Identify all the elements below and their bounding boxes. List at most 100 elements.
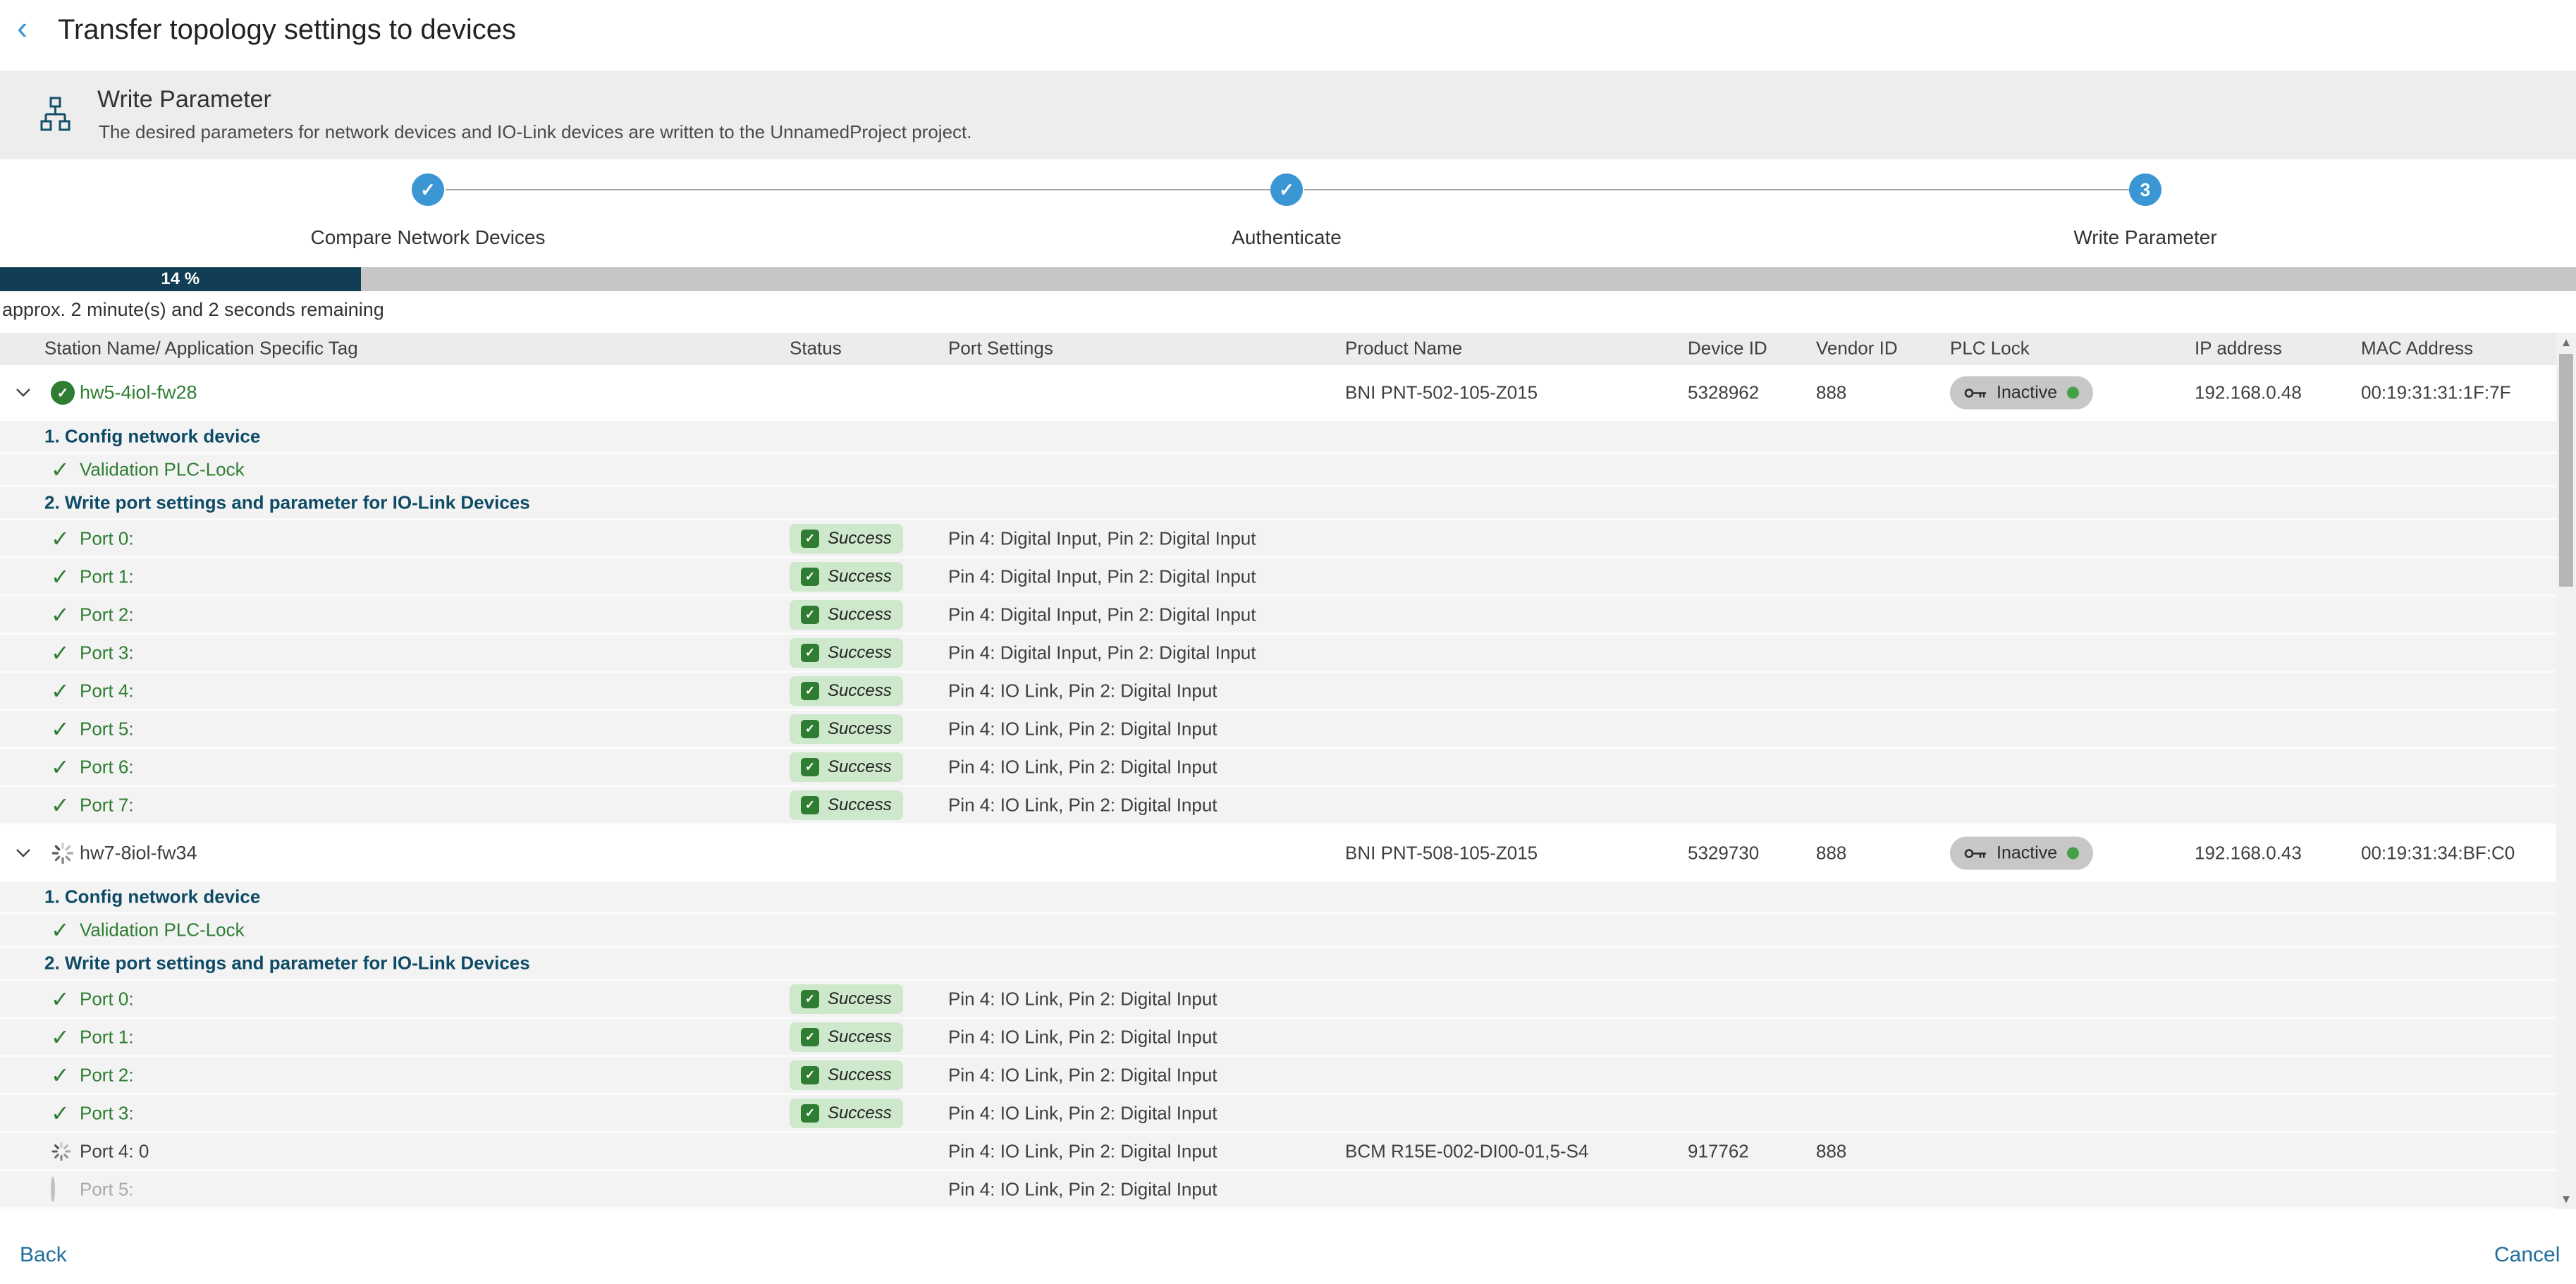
checkbox-check-icon: ✓ (801, 758, 819, 776)
device-product-name: BNI PNT-502-105-Z015 (1345, 382, 1538, 404)
step-3-number: 3 (2129, 173, 2161, 206)
port-label: Port 3: (80, 642, 134, 664)
back-button[interactable]: Back (20, 1243, 67, 1267)
back-chevron-icon[interactable]: ‹ (17, 11, 27, 44)
section-label: 2. Write port settings and parameter for… (44, 953, 530, 974)
port-label: Port 5: (80, 718, 134, 740)
section-label: 1. Config network device (44, 886, 260, 908)
check-icon: ✓ (51, 1026, 70, 1048)
port-label: Port 5: (80, 1178, 134, 1200)
check-icon: ✓ (51, 527, 70, 550)
device-row: ✓hw5-4iol-fw28BNI PNT-502-105-Z015532896… (0, 365, 2576, 421)
port-vendor-id: 888 (1816, 1140, 1846, 1162)
vendor-id: 888 (1816, 382, 1846, 404)
status-badge-label: Success (828, 719, 892, 739)
status-badge-label: Success (828, 643, 892, 663)
check-icon: ✓ (51, 680, 70, 702)
task-label: Validation PLC-Lock (80, 459, 245, 481)
port-row: ✓Port 2:✓SuccessPin 4: IO Link, Pin 2: D… (0, 1057, 2576, 1095)
plc-lock-label: Inactive (1997, 383, 2057, 403)
status-badge-label: Success (828, 605, 892, 625)
status-badge: ✓Success (790, 562, 903, 592)
scrollbar-thumb[interactable] (2559, 354, 2573, 587)
port-row: ✓Port 1:✓SuccessPin 4: IO Link, Pin 2: D… (0, 1019, 2576, 1057)
vertical-scrollbar[interactable]: ▲ ▼ (2556, 333, 2576, 1209)
check-icon: ✓ (51, 756, 70, 778)
step-banner: Write Parameter The desired parameters f… (0, 71, 2576, 159)
device-name: hw5-4iol-fw28 (80, 382, 197, 404)
port-label: Port 4: (80, 680, 134, 702)
step-connector (1304, 189, 2129, 190)
status-badge: ✓Success (790, 984, 903, 1014)
table-header: Station Name/ Application Specific Tag S… (0, 333, 2576, 365)
cancel-button[interactable]: Cancel (2494, 1243, 2560, 1267)
port-row: Port 5: Pin 4: IO Link, Pin 2: Digital In… (0, 1171, 2576, 1209)
top-bar: ‹ Transfer topology settings to devices (0, 0, 2576, 71)
step-1-label: Compare Network Devices (252, 226, 604, 249)
time-remaining: approx. 2 minute(s) and 2 seconds remain… (2, 299, 384, 321)
check-icon: ✓ (51, 718, 70, 740)
port-device-id: 917762 (1688, 1140, 1749, 1162)
device-id: 5329730 (1688, 843, 1759, 864)
checkbox-check-icon: ✓ (801, 796, 819, 814)
step-1-check-icon: ✓ (412, 173, 444, 206)
topology-icon (39, 96, 70, 133)
status-badge: ✓Success (790, 600, 903, 630)
port-row: ✓Port 1:✓SuccessPin 4: Digital Input, Pi… (0, 558, 2576, 597)
port-product-name: BCM R15E-002-DI00-01,5-S4 (1345, 1140, 1588, 1162)
checkbox-check-icon: ✓ (801, 990, 819, 1008)
port-settings: Pin 4: IO Link, Pin 2: Digital Input (948, 988, 1218, 1010)
expand-chevron-icon[interactable] (16, 388, 31, 398)
scrollbar-up-icon[interactable]: ▲ (2556, 336, 2576, 350)
port-settings: Pin 4: Digital Input, Pin 2: Digital Inp… (948, 604, 1256, 625)
checkbox-check-icon: ✓ (801, 1028, 819, 1046)
check-icon: ✓ (51, 565, 70, 588)
checkbox-check-icon: ✓ (801, 720, 819, 738)
task-row: ✓Validation PLC-Lock (0, 454, 2576, 487)
check-icon: ✓ (51, 1064, 70, 1087)
section-row: 1. Config network device (0, 421, 2576, 454)
column-product-name: Product Name (1345, 338, 1462, 360)
column-ip-address: IP address (2195, 338, 2282, 360)
port-settings: Pin 4: IO Link, Pin 2: Digital Input (948, 1102, 1218, 1124)
port-label: Port 2: (80, 1064, 134, 1086)
status-badge: ✓Success (790, 524, 903, 554)
banner-description: The desired parameters for network devic… (99, 121, 971, 143)
port-row: ✓Port 2:✓SuccessPin 4: Digital Input, Pi… (0, 597, 2576, 635)
status-badge-label: Success (828, 757, 892, 777)
step-3-label: Write Parameter (1969, 226, 2322, 249)
status-badge: ✓Success (790, 676, 903, 706)
status-badge: ✓Success (790, 1099, 903, 1128)
port-settings: Pin 4: Digital Input, Pin 2: Digital Inp… (948, 642, 1256, 664)
check-icon: ✓ (51, 919, 70, 941)
plc-status-dot (2067, 387, 2079, 399)
port-settings: Pin 4: IO Link, Pin 2: Digital Input (948, 1064, 1218, 1086)
step-2-check-icon: ✓ (1270, 173, 1303, 206)
port-label: Port 7: (80, 794, 134, 816)
port-settings: Pin 4: Digital Input, Pin 2: Digital Inp… (948, 565, 1256, 587)
port-label: Port 6: (80, 756, 134, 778)
task-row: ✓Validation PLC-Lock (0, 915, 2576, 948)
port-row: ✓Port 0:✓SuccessPin 4: IO Link, Pin 2: D… (0, 981, 2576, 1019)
device-status-spinner-icon (51, 841, 75, 865)
plc-status-dot (2067, 848, 2079, 860)
port-label: Port 4: 0 (80, 1140, 149, 1162)
status-badge-label: Success (828, 567, 892, 587)
check-icon: ✓ (51, 794, 70, 817)
port-settings: Pin 4: IO Link, Pin 2: Digital Input (948, 756, 1218, 778)
device-id: 5328962 (1688, 382, 1759, 404)
port-row: ✓Port 5:✓SuccessPin 4: IO Link, Pin 2: D… (0, 711, 2576, 749)
scrollbar-down-icon[interactable]: ▼ (2556, 1192, 2576, 1206)
status-badge: ✓ Success (790, 752, 903, 782)
ip-address: 192.168.0.48 (2195, 382, 2302, 404)
status-badge: ✓Success (790, 790, 903, 820)
expand-chevron-icon[interactable] (16, 848, 31, 858)
status-badge-label: Success (828, 681, 892, 701)
key-icon (1964, 846, 1987, 860)
progress-percent: 14 % (161, 269, 200, 289)
key-icon (1964, 386, 1987, 400)
port-row: Port 4: 0Pin 4: IO Link, Pin 2: Digital … (0, 1133, 2576, 1171)
vendor-id: 888 (1816, 843, 1846, 864)
port-label: Port 0: (80, 527, 134, 549)
port-settings: Pin 4: IO Link, Pin 2: Digital Input (948, 1178, 1218, 1200)
